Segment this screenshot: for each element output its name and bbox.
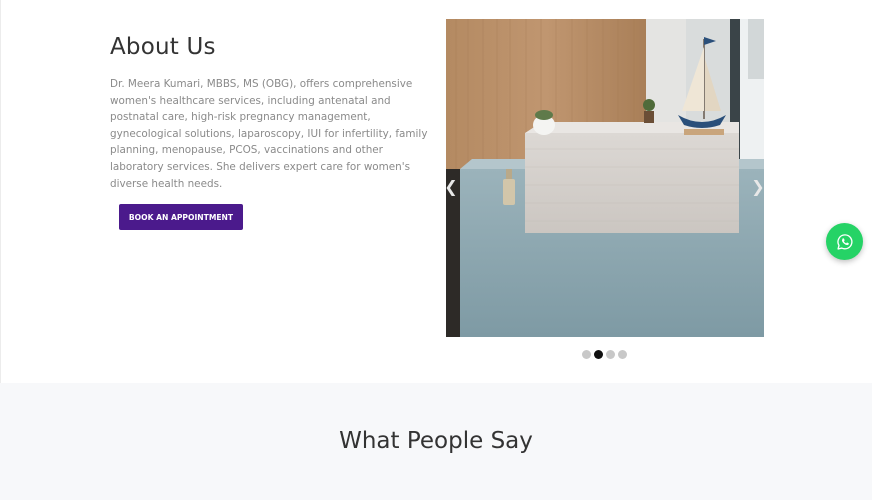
carousel-next-arrow-icon[interactable]: ❯ [751, 176, 765, 198]
testimonials-section: What People Say [0, 383, 872, 500]
whatsapp-icon [836, 233, 853, 250]
carousel-dot-2[interactable] [594, 350, 603, 359]
carousel-dot-1[interactable] [582, 350, 591, 359]
reception-desk-photo [446, 19, 764, 337]
about-title: About Us [110, 34, 216, 60]
book-appointment-button[interactable]: BOOK AN APPOINTMENT [119, 204, 243, 230]
carousel-prev-arrow-icon[interactable]: ❮ [444, 176, 458, 198]
carousel-dot-3[interactable] [606, 350, 615, 359]
testimonials-title: What People Say [339, 428, 533, 454]
clinic-image-carousel [446, 19, 764, 337]
carousel-dot-4[interactable] [618, 350, 627, 359]
whatsapp-chat-button[interactable] [826, 223, 863, 260]
carousel-indicators [582, 350, 627, 359]
about-section: About Us Dr. Meera Kumari, MBBS, MS (OBG… [0, 0, 872, 383]
page: About Us Dr. Meera Kumari, MBBS, MS (OBG… [0, 0, 872, 500]
about-description: Dr. Meera Kumari, MBBS, MS (OBG), offers… [110, 78, 428, 190]
